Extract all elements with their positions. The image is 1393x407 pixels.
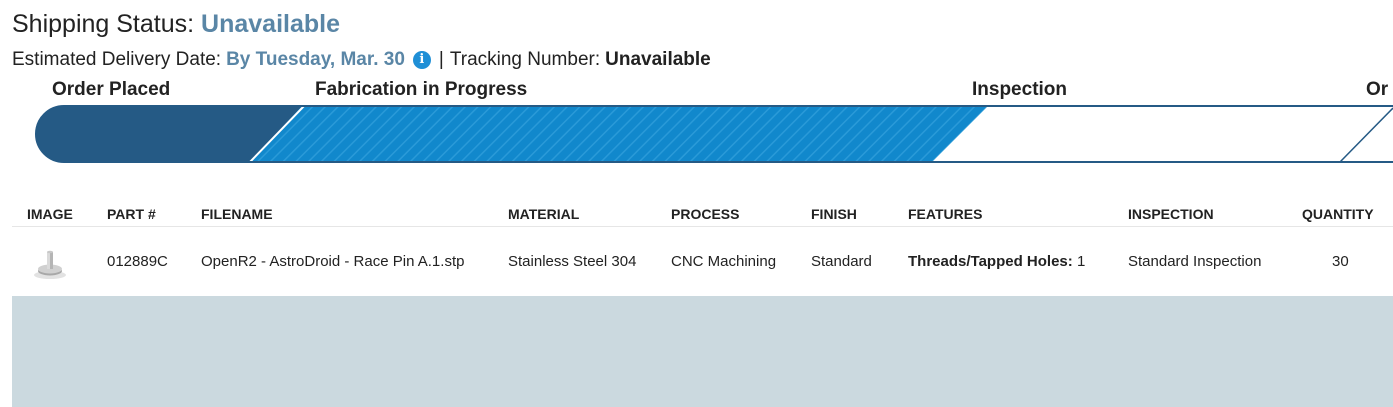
table-header: IMAGE PART # FILENAME MATERIAL PROCESS F… — [0, 206, 1393, 226]
stage-label-order-shipped: Or — [1366, 79, 1389, 100]
cell-part-number: 012889C — [107, 253, 168, 270]
col-header-quantity: QUANTITY — [1302, 206, 1374, 222]
features-label: Threads/Tapped Holes: — [908, 253, 1073, 270]
shipping-status-value: Unavailable — [201, 10, 340, 38]
delivery-info-line: Estimated Delivery Date: By Tuesday, Mar… — [12, 49, 711, 71]
cell-finish: Standard — [811, 253, 872, 270]
col-header-part-number: PART # — [107, 206, 156, 222]
cell-features: Threads/Tapped Holes: 1 — [908, 253, 1085, 270]
features-value: 1 — [1076, 253, 1086, 270]
order-progress-bar — [0, 100, 1393, 170]
delivery-date-label: Estimated Delivery Date: — [12, 49, 222, 70]
details-panel — [12, 296, 1393, 407]
col-header-features: FEATURES — [908, 206, 983, 222]
stage-fabrication-segment — [248, 106, 988, 162]
col-header-image: IMAGE — [27, 206, 73, 222]
col-header-material: MATERIAL — [508, 206, 580, 222]
col-header-filename: FILENAME — [201, 206, 273, 222]
part-thumbnail-icon[interactable] — [30, 247, 70, 281]
table-divider — [12, 226, 1393, 227]
shipping-status-title: Shipping Status: Unavailable — [12, 10, 340, 39]
stage-label-order-placed: Order Placed — [52, 79, 171, 100]
cell-process: CNC Machining — [671, 253, 777, 270]
info-icon[interactable]: i — [412, 51, 431, 69]
col-header-inspection: INSPECTION — [1128, 206, 1214, 222]
tracking-number-value: Unavailable — [605, 49, 711, 70]
cell-material: Stainless Steel 304 — [508, 253, 637, 270]
stage-label-inspection: Inspection — [972, 79, 1068, 100]
delivery-date-value: By Tuesday, Mar. 30 — [226, 49, 405, 70]
shipping-status-label: Shipping Status: — [12, 10, 195, 38]
cell-quantity: 30 — [1332, 253, 1349, 270]
col-header-finish: FINISH — [811, 206, 857, 222]
tracking-number-label: Tracking Number: — [449, 49, 601, 70]
cell-inspection: Standard Inspection — [1128, 253, 1262, 270]
table-row[interactable]: 012889C OpenR2 - AstroDroid - Race Pin A… — [0, 228, 1393, 296]
separator: | — [438, 49, 444, 70]
stage-label-fabrication: Fabrication in Progress — [315, 79, 528, 100]
cell-filename[interactable]: OpenR2 - AstroDroid - Race Pin A.1.stp — [201, 253, 464, 270]
col-header-process: PROCESS — [671, 206, 740, 222]
